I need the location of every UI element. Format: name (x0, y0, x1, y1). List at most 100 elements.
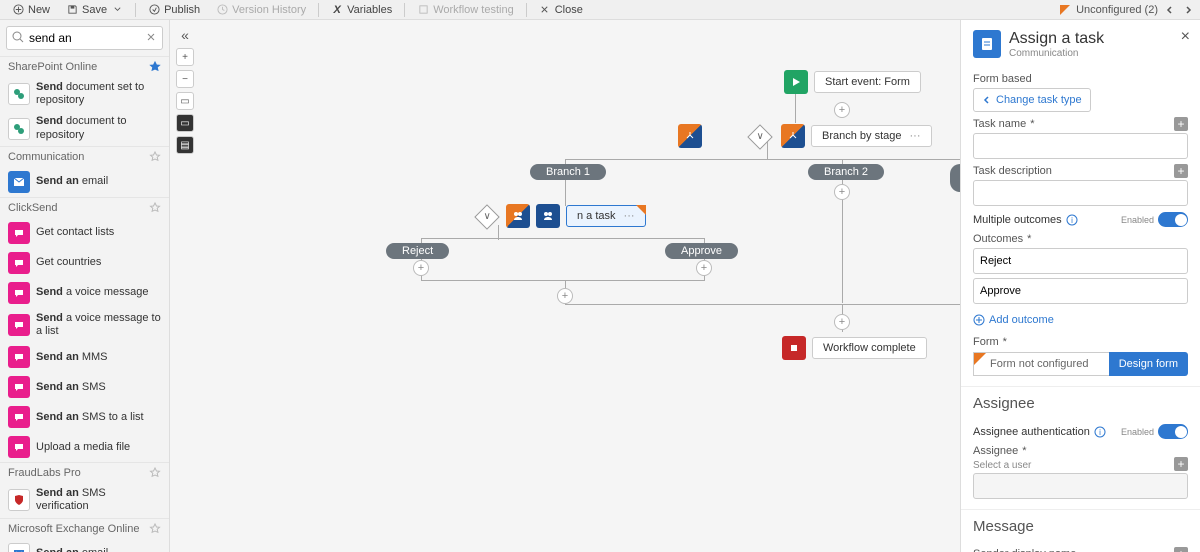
add-outcome-button[interactable]: Add outcome (973, 310, 1188, 330)
add-node-button[interactable]: + (413, 260, 429, 276)
assignee-auth-toggle[interactable] (1158, 424, 1188, 439)
form-label: Form (973, 336, 999, 348)
task-desc-input[interactable] (973, 180, 1188, 206)
branch-by-stage-node[interactable]: Branch by stage ··· (781, 124, 932, 148)
task-icon[interactable] (506, 204, 530, 228)
variables-icon: X (331, 4, 343, 16)
history-icon (216, 4, 228, 16)
gateway-diamond[interactable]: ∨ (747, 124, 772, 149)
change-task-type-button[interactable]: Change task type (973, 88, 1091, 112)
gateway-diamond[interactable]: ∨ (474, 204, 499, 229)
assignee-section-title: Assignee (961, 386, 1200, 418)
action-item[interactable]: Send an MMS (0, 342, 169, 372)
star-icon[interactable] (149, 61, 161, 73)
add-node-button[interactable]: + (557, 288, 573, 304)
plus-icon (12, 4, 24, 16)
version-history-button[interactable]: Version History (210, 1, 312, 19)
approve-pill[interactable]: Approve (665, 243, 738, 259)
collapse-sidebar-icon[interactable]: « (176, 26, 194, 44)
branch-by-stage-label: Branch by stage (822, 130, 902, 142)
people-icon (536, 204, 560, 228)
add-node-button[interactable]: + (696, 260, 712, 276)
action-item[interactable]: Upload a media file (0, 432, 169, 462)
unconfigured-indicator[interactable]: Unconfigured (2) (1060, 4, 1194, 16)
outcome-approve-input[interactable] (973, 278, 1188, 304)
branch-icon[interactable] (678, 124, 702, 148)
chevron-left-icon[interactable] (1164, 4, 1176, 16)
notes-button[interactable]: ▤ (176, 136, 194, 154)
action-item[interactable]: Send document to repository (0, 111, 169, 145)
multiple-outcomes-toggle[interactable] (1158, 212, 1188, 227)
action-item[interactable]: Get countries (0, 248, 169, 278)
branch1-pill[interactable]: Branch 1 (530, 164, 606, 180)
action-item[interactable]: Send an email (0, 539, 169, 552)
insert-variable-button[interactable]: + (1174, 164, 1188, 178)
fit-button[interactable]: ▭ (176, 92, 194, 110)
info-icon[interactable]: i (1094, 426, 1106, 438)
design-form-button[interactable]: Design form (1109, 352, 1188, 376)
branch3-pill[interactable]: Branch 3 (950, 164, 960, 192)
branch2-pill[interactable]: Branch 2 (808, 164, 884, 180)
insert-variable-button[interactable]: + (1174, 457, 1188, 471)
action-item[interactable]: Send an SMS to a list (0, 402, 169, 432)
variables-button[interactable]: X Variables (325, 1, 398, 19)
task-name-input[interactable] (973, 133, 1188, 159)
action-label: Send an SMS (36, 381, 161, 394)
publish-button[interactable]: Publish (142, 1, 206, 19)
star-icon[interactable] (149, 467, 161, 479)
insert-variable-button[interactable]: + (1174, 117, 1188, 131)
star-icon[interactable] (149, 151, 161, 163)
workflow-testing-button[interactable]: Workflow testing (411, 1, 520, 19)
assignee-input[interactable] (973, 473, 1188, 499)
save-button[interactable]: Save (60, 1, 129, 19)
zoom-out-button[interactable]: − (176, 70, 194, 88)
category-header[interactable]: ClickSend (0, 197, 169, 218)
chevron-right-icon[interactable] (1182, 4, 1194, 16)
workflow-complete-node[interactable]: Workflow complete (782, 336, 927, 360)
more-icon[interactable]: ··· (624, 210, 635, 222)
assign-task-node[interactable]: n a task ··· (536, 204, 646, 228)
new-button[interactable]: New (6, 1, 56, 19)
category-header[interactable]: Microsoft Exchange Online (0, 518, 169, 539)
outcomes-label: Outcomes (973, 233, 1023, 245)
star-icon[interactable] (149, 523, 161, 535)
add-node-button[interactable]: + (834, 314, 850, 330)
action-item[interactable]: Send an SMS (0, 372, 169, 402)
outcome-reject-input[interactable] (973, 248, 1188, 274)
more-icon[interactable]: ··· (910, 130, 921, 142)
action-label: Get contact lists (36, 226, 161, 239)
close-panel-icon[interactable]: × (1181, 28, 1190, 46)
assignee-placeholder: Select a user (973, 460, 1188, 471)
add-node-button[interactable]: + (834, 184, 850, 200)
insert-variable-button[interactable]: + (1174, 547, 1188, 552)
action-label: Send an SMS to a list (36, 411, 161, 424)
reject-pill[interactable]: Reject (386, 243, 449, 259)
info-icon[interactable]: i (1066, 214, 1078, 226)
action-item[interactable]: Send an SMS verification (0, 483, 169, 517)
chevron-down-icon[interactable] (111, 4, 123, 16)
category-header[interactable]: Communication (0, 146, 169, 167)
clear-search-icon[interactable] (145, 31, 157, 43)
category-header[interactable]: FraudLabs Pro (0, 462, 169, 483)
close-button[interactable]: Close (533, 1, 589, 19)
action-item[interactable]: Send a voice message to a list (0, 308, 169, 342)
zoom-in-button[interactable]: + (176, 48, 194, 66)
action-item[interactable]: Send an email (0, 167, 169, 197)
start-event-card: Start event: Form (814, 71, 921, 93)
add-node-button[interactable]: + (834, 102, 850, 118)
actions-sidebar: SharePoint OnlineSend document set to re… (0, 20, 170, 552)
workflow-canvas[interactable]: « + − ▭ ▭ ▤ (170, 20, 960, 552)
category-header[interactable]: SharePoint Online (0, 56, 169, 77)
start-event-node[interactable]: Start event: Form (784, 70, 921, 94)
search-input[interactable] (6, 26, 163, 50)
minimap-button[interactable]: ▭ (176, 114, 194, 132)
action-label: Send a voice message to a list (36, 312, 161, 338)
action-item[interactable]: Send a voice message (0, 278, 169, 308)
action-item[interactable]: Send document set to repository (0, 77, 169, 111)
variables-label: Variables (347, 4, 392, 16)
star-icon[interactable] (149, 202, 161, 214)
assign-task-label: n a task (577, 210, 616, 222)
action-item[interactable]: Get contact lists (0, 218, 169, 248)
publish-icon (148, 4, 160, 16)
top-toolbar: New Save Publish Version History X (0, 0, 1200, 20)
